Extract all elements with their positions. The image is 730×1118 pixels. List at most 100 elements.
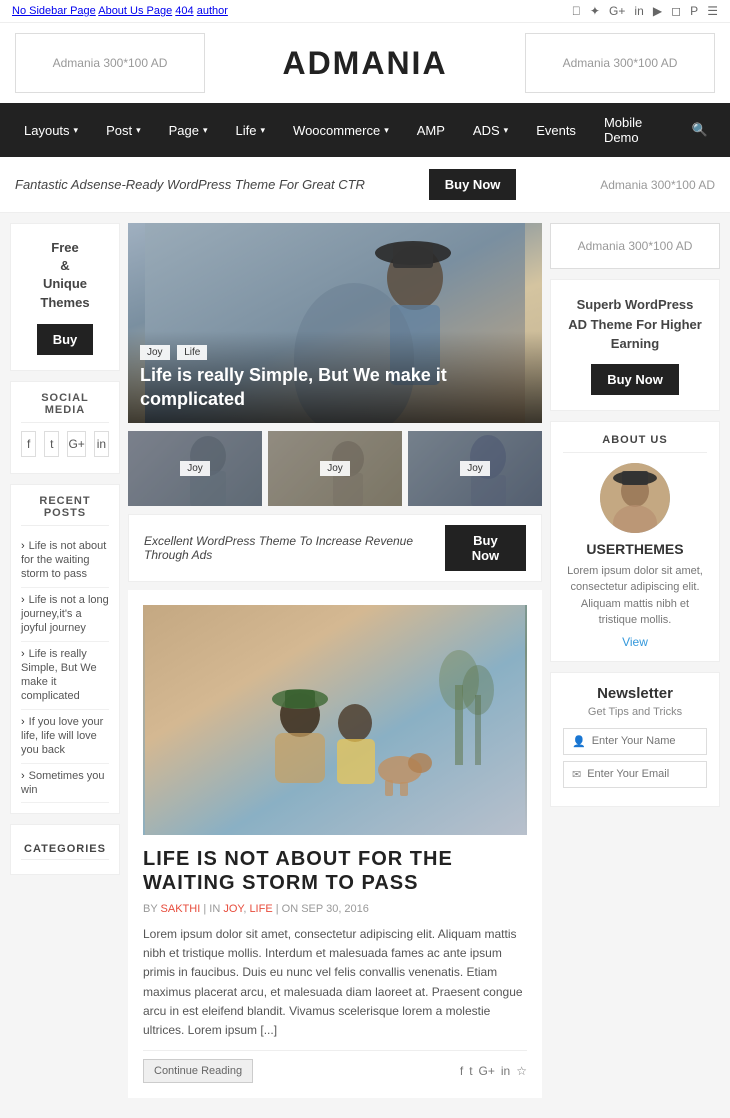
twitter-icon[interactable]: ✦ bbox=[590, 4, 600, 18]
featured-tag-joy[interactable]: Joy bbox=[140, 345, 170, 360]
content-ad-text: Excellent WordPress Theme To Increase Re… bbox=[144, 534, 445, 562]
social-media-title: SOCIAL MEDIA bbox=[21, 392, 109, 423]
recent-post-item[interactable]: Life is not a long journey,it's a joyful… bbox=[21, 588, 109, 642]
topbar-link-author[interactable]: author bbox=[197, 5, 228, 17]
right-top-ad: Admania 300*100 AD bbox=[550, 223, 720, 269]
topbar-link-about[interactable]: About Us Page bbox=[98, 5, 172, 17]
topbar-link-no-sidebar[interactable]: No Sidebar Page bbox=[12, 5, 96, 17]
meta-in: IN bbox=[209, 903, 220, 915]
free-themes-box: Free&UniqueThemes Buy bbox=[10, 223, 120, 371]
recent-post-item[interactable]: Life is not about for the waiting storm … bbox=[21, 534, 109, 588]
caret-icon: ▾ bbox=[504, 125, 509, 136]
nav-page[interactable]: Page ▾ bbox=[155, 111, 222, 150]
buy-themes-button[interactable]: Buy bbox=[37, 324, 94, 355]
content-center: Joy Life Life is really Simple, But We m… bbox=[128, 223, 542, 1108]
recent-post-item[interactable]: If you love your life, life will love yo… bbox=[21, 710, 109, 764]
article-image bbox=[143, 605, 527, 835]
meta-by: BY bbox=[143, 903, 157, 915]
nav-events[interactable]: Events bbox=[522, 111, 590, 150]
nav-mobile-demo[interactable]: Mobile Demo bbox=[590, 103, 680, 157]
banner-buy-button[interactable]: Buy Now bbox=[429, 169, 517, 200]
social-icons: f t G+ in bbox=[21, 431, 109, 457]
pinterest-icon[interactable]: P bbox=[690, 4, 698, 18]
linkedin-social-icon[interactable]: in bbox=[94, 431, 109, 457]
nav-woocommerce[interactable]: Woocommerce ▾ bbox=[279, 111, 403, 150]
small-post-3[interactable]: Joy bbox=[408, 431, 542, 506]
search-icon[interactable]: 🔍 bbox=[680, 110, 720, 150]
featured-overlay: Joy Life Life is really Simple, But We m… bbox=[128, 331, 542, 423]
categories-title: CATEGORIES bbox=[21, 835, 109, 860]
email-icon: ✉ bbox=[572, 768, 581, 781]
small-posts-grid: Joy Joy bbox=[128, 431, 542, 506]
header-ad-left: Admania 300*100 AD bbox=[15, 33, 205, 93]
meta-author-link[interactable]: SAKTHI bbox=[161, 903, 201, 915]
recent-post-item[interactable]: Life is really Simple, But We make it co… bbox=[21, 642, 109, 710]
article-linkedin-icon[interactable]: in bbox=[501, 1064, 510, 1078]
article-twitter-icon[interactable]: t bbox=[469, 1064, 472, 1078]
caret-icon: ▾ bbox=[136, 125, 141, 136]
main-nav: Layouts ▾ Post ▾ Page ▾ Life ▾ Woocommer… bbox=[0, 103, 730, 157]
article-facebook-icon[interactable]: f bbox=[460, 1064, 463, 1078]
facebook-social-icon[interactable]: f bbox=[21, 431, 36, 457]
facebook-icon[interactable]:  bbox=[572, 4, 581, 18]
small-post-tag-3: Joy bbox=[460, 461, 490, 476]
small-post-tag-2: Joy bbox=[320, 461, 350, 476]
about-text: Lorem ipsum dolor sit amet, consectetur … bbox=[563, 563, 707, 629]
nav-layouts[interactable]: Layouts ▾ bbox=[10, 111, 92, 150]
nav-post[interactable]: Post ▾ bbox=[92, 111, 155, 150]
promo-text: Superb WordPress AD Theme For Higher Ear… bbox=[566, 295, 704, 354]
rss-icon[interactable]: ☰ bbox=[707, 4, 718, 18]
youtube-icon[interactable]: ▶ bbox=[653, 4, 662, 18]
linkedin-icon[interactable]: in bbox=[634, 4, 643, 18]
username: USERTHEMES bbox=[563, 541, 707, 557]
content-ad-buy-button[interactable]: Buy Now bbox=[445, 525, 526, 571]
meta-cat2-link[interactable]: LIFE bbox=[249, 903, 272, 915]
twitter-social-icon[interactable]: t bbox=[44, 431, 59, 457]
caret-icon: ▾ bbox=[74, 125, 79, 136]
avatar bbox=[600, 463, 670, 533]
email-input-wrapper: ✉ bbox=[563, 761, 707, 788]
right-promo-box: Superb WordPress AD Theme For Higher Ear… bbox=[550, 279, 720, 411]
about-us-box: ABOUT US USERTHEMES Lorem ipsum dolor si… bbox=[550, 421, 720, 662]
top-bar: No Sidebar Page About Us Page 404 author… bbox=[0, 0, 730, 23]
google-plus-icon[interactable]: G+ bbox=[609, 4, 625, 18]
meta-date: ON SEP 30, 2016 bbox=[282, 903, 369, 915]
top-bar-social:  ✦ G+ in ▶ ◻ P ☰ bbox=[566, 4, 718, 18]
sidebar-right: Admania 300*100 AD Superb WordPress AD T… bbox=[550, 223, 720, 1108]
small-post-overlay-1: Joy bbox=[128, 431, 262, 506]
site-logo[interactable]: ADMANIA bbox=[282, 45, 447, 82]
instagram-icon[interactable]: ◻ bbox=[671, 4, 681, 18]
free-themes-text: Free&UniqueThemes bbox=[21, 239, 109, 312]
meta-cat1-link[interactable]: JOY bbox=[223, 903, 243, 915]
small-post-2[interactable]: Joy bbox=[268, 431, 402, 506]
article-star-icon[interactable]: ☆ bbox=[516, 1064, 527, 1078]
newsletter-title: Newsletter bbox=[563, 685, 707, 702]
newsletter-box: Newsletter Get Tips and Tricks 👤 ✉ bbox=[550, 672, 720, 807]
banner-text: Fantastic Adsense-Ready WordPress Theme … bbox=[15, 177, 365, 192]
header-ad-right: Admania 300*100 AD bbox=[525, 33, 715, 93]
view-link[interactable]: View bbox=[563, 635, 707, 649]
google-plus-social-icon[interactable]: G+ bbox=[67, 431, 85, 457]
about-us-title: ABOUT US bbox=[563, 434, 707, 453]
banner-ad: Admania 300*100 AD bbox=[600, 178, 715, 192]
nav-amp[interactable]: AMP bbox=[403, 111, 459, 150]
promo-buy-button[interactable]: Buy Now bbox=[591, 364, 679, 395]
small-post-1[interactable]: Joy bbox=[128, 431, 262, 506]
nav-ads[interactable]: ADS ▾ bbox=[459, 111, 522, 150]
name-input[interactable] bbox=[592, 735, 698, 747]
top-bar-links: No Sidebar Page About Us Page 404 author bbox=[12, 5, 228, 17]
featured-tag-life[interactable]: Life bbox=[177, 345, 207, 360]
main-article: LIFE IS NOT ABOUT FOR THE WAITING STORM … bbox=[128, 590, 542, 1098]
article-body: Lorem ipsum dolor sit amet, consectetur … bbox=[143, 925, 527, 1040]
email-input[interactable] bbox=[587, 768, 698, 780]
topbar-link-404[interactable]: 404 bbox=[175, 5, 193, 17]
small-post-overlay-2: Joy bbox=[268, 431, 402, 506]
article-google-plus-icon[interactable]: G+ bbox=[479, 1064, 495, 1078]
article-title: LIFE IS NOT ABOUT FOR THE WAITING STORM … bbox=[143, 847, 527, 895]
featured-title: Life is really Simple, But We make it co… bbox=[140, 364, 530, 411]
article-social-icons: f t G+ in ☆ bbox=[460, 1064, 527, 1078]
recent-post-item[interactable]: Sometimes you win bbox=[21, 764, 109, 804]
small-post-tag-1: Joy bbox=[180, 461, 210, 476]
nav-life[interactable]: Life ▾ bbox=[222, 111, 280, 150]
continue-reading-button[interactable]: Continue Reading bbox=[143, 1059, 253, 1083]
